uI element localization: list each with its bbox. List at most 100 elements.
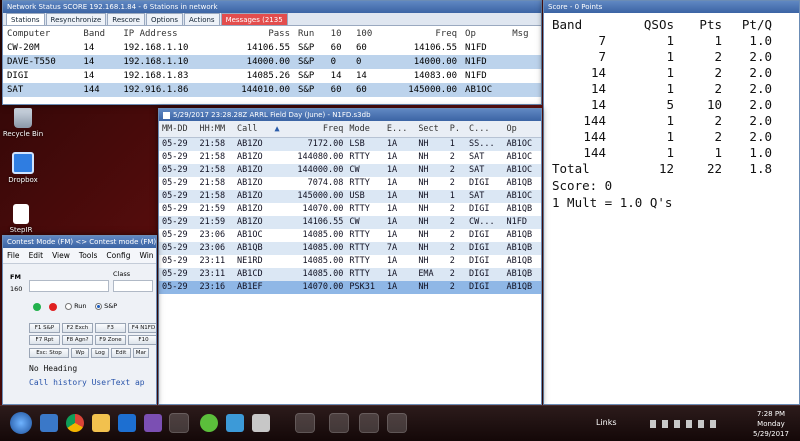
- log-row[interactable]: 05-29 21:58 AB1ZO 144080.00 RTTY 1A NH 2 SAT AB1O…: [159, 150, 541, 164]
- table-row[interactable]: DIGI 14 192.168.1.83 14085.26 S&P 14 14 …: [3, 69, 541, 83]
- edit-button[interactable]: Edit: [111, 348, 131, 358]
- f8-button[interactable]: F8 Agn?: [62, 335, 93, 345]
- log-row[interactable]: 05-29 21:59 AB1ZO 14106.55 CW 1A NH 2 CW... N1FD: [159, 215, 541, 229]
- desktop-icon-recycle-bin[interactable]: Recycle Bin: [0, 108, 46, 138]
- f9-button[interactable]: F9 Zone: [95, 335, 126, 345]
- menu-edit[interactable]: Edit: [29, 251, 44, 260]
- table-row[interactable]: CW-20M 14 192.168.1.10 14106.55 S&P 60 6…: [3, 41, 541, 55]
- taskbar-window-5-icon[interactable]: [388, 414, 406, 432]
- run-radio[interactable]: Run: [65, 302, 87, 310]
- log-row[interactable]: 05-29 23:11 NE1RD 14085.00 RTTY 1A NH 2 DIGI AB1Q…: [159, 254, 541, 268]
- word-icon[interactable]: [118, 414, 136, 432]
- col-date[interactable]: MM-DD: [159, 121, 197, 138]
- app-icon[interactable]: [144, 414, 162, 432]
- cell-points: 2: [446, 215, 466, 229]
- log-row[interactable]: 05-29 21:58 AB1ZO 144000.00 CW 1A NH 2 SAT AB1OC: [159, 163, 541, 177]
- taskbar-app-blue-icon[interactable]: [226, 414, 244, 432]
- desktop-icon-stepir[interactable]: StepIR: [0, 204, 44, 234]
- col-msg[interactable]: Msg: [508, 26, 541, 41]
- log-window[interactable]: 5/29/2017 23:28.28Z ARRL Field Day (June…: [158, 108, 542, 405]
- taskbar-window-2-icon[interactable]: [296, 414, 314, 432]
- col-freq[interactable]: Freq: [385, 26, 461, 41]
- cell: S&P: [298, 71, 315, 81]
- taskbar-window-3-icon[interactable]: [330, 414, 348, 432]
- outlook-icon[interactable]: [40, 414, 58, 432]
- col-exchange[interactable]: E...: [383, 121, 416, 138]
- cell-section: NH: [415, 202, 447, 216]
- log-row[interactable]: 05-29 21:59 AB1ZO 14070.00 RTTY 1A NH 2 DIGI AB1Q…: [159, 202, 541, 216]
- col-computer[interactable]: Computer: [3, 26, 79, 41]
- menu-view[interactable]: View: [52, 251, 70, 260]
- col-op[interactable]: Op: [503, 121, 541, 138]
- taskbar-app-gray-icon[interactable]: [252, 414, 270, 432]
- f2-button[interactable]: F2 Exch: [62, 323, 93, 333]
- tab-actions[interactable]: Actions: [183, 13, 220, 25]
- col-call[interactable]: Call: [233, 121, 272, 138]
- taskbar-window-4-icon[interactable]: [360, 414, 378, 432]
- esc-stop-button[interactable]: Esc: Stop: [29, 348, 69, 358]
- call-input[interactable]: [29, 280, 109, 292]
- menu-tools[interactable]: Tools: [79, 251, 97, 260]
- score-window[interactable]: Score - 0 Points Band QSOs Pts Pt/Q 7 1 …: [543, 0, 800, 405]
- score-ptq: 2.0: [749, 65, 772, 80]
- tab-rescore[interactable]: Rescore: [107, 13, 145, 25]
- col-10[interactable]: 10: [327, 26, 352, 41]
- log-row[interactable]: 05-29 21:58 AB1ZO 7074.08 RTTY 1A NH 2 DIGI AB1QB: [159, 176, 541, 190]
- col-pass[interactable]: Pass: [218, 26, 294, 41]
- sort-arrow-icon[interactable]: ▲: [271, 121, 285, 138]
- taskbar-app-green-icon[interactable]: [200, 414, 218, 432]
- start-button-icon[interactable]: [10, 412, 32, 434]
- log-row[interactable]: 05-29 23:16 AB1EF 14070.00 PSK31 1A NH 2 DIGI AB1…: [159, 280, 541, 294]
- chrome-icon[interactable]: [66, 414, 84, 432]
- log-row[interactable]: 05-29 23:06 AB1QB 14085.00 RTTY 7A NH 2 DIGI AB1Q…: [159, 241, 541, 255]
- clock[interactable]: 7:28 PM Monday 5/29/2017: [748, 409, 794, 439]
- f4-button[interactable]: F4 N1FD: [128, 323, 156, 333]
- file-explorer-icon[interactable]: [92, 414, 110, 432]
- contest-mode-window[interactable]: Contest Mode (FM) <> Contest mode (FM) F…: [2, 235, 157, 405]
- system-tray-icons[interactable]: [650, 420, 720, 428]
- f7-button[interactable]: F7 Rpt: [29, 335, 60, 345]
- menu-config[interactable]: Config: [106, 251, 130, 260]
- log-row[interactable]: 05-29 21:58 AB1ZO 145000.00 USB 1A NH 1 SAT AB1OC: [159, 189, 541, 203]
- f10-button[interactable]: F10: [128, 335, 156, 345]
- sp-radio[interactable]: S&P: [95, 302, 117, 310]
- tab-options[interactable]: Options: [145, 13, 183, 25]
- col-section[interactable]: Sect: [415, 121, 447, 138]
- log-row[interactable]: 05-29 21:58 AB1ZO 7172.00 LSB 1A NH 1 SS... AB1OC: [159, 137, 541, 151]
- network-status-window[interactable]: Network Status SCORE 192.168.1.84 - 6 St…: [2, 0, 542, 105]
- col-mode[interactable]: Mode: [346, 121, 384, 138]
- class-input[interactable]: [113, 280, 153, 292]
- mark-button[interactable]: Mar: [133, 348, 149, 358]
- cell-section: NH: [415, 228, 447, 242]
- f1-button[interactable]: F1 S&P: [29, 323, 60, 333]
- col-points[interactable]: P.: [446, 121, 466, 138]
- menu-window[interactable]: Win: [139, 251, 153, 260]
- col-freq[interactable]: Freq: [284, 121, 347, 138]
- stations-table: Computer Band IP Address Pass Run 10 100…: [3, 26, 541, 97]
- col-time[interactable]: HH:MM: [196, 121, 234, 138]
- score-pts: 2: [714, 49, 722, 64]
- cell-points: 2: [446, 241, 466, 255]
- col-run[interactable]: Run: [294, 26, 327, 41]
- taskbar-window-1-icon[interactable]: [170, 414, 188, 432]
- col-100[interactable]: 100: [352, 26, 385, 41]
- tab-messages[interactable]: Messages (2135: [220, 13, 288, 25]
- table-row[interactable]: DAVE-T550 14 192.168.1.10 14000.00 S&P 0…: [3, 55, 541, 69]
- col-band[interactable]: Band: [79, 26, 119, 41]
- tab-stations[interactable]: Stations: [6, 13, 45, 25]
- log-row[interactable]: 05-29 23:06 AB1OC 14085.00 RTTY 1A NH 2 DIGI AB1Q…: [159, 228, 541, 242]
- col-op[interactable]: Op: [461, 26, 508, 41]
- links-toolbar[interactable]: Links: [596, 418, 617, 427]
- log-row[interactable]: 05-29 23:11 AB1CD 14085.00 RTTY 1A EMA 2 DIGI AB1…: [159, 267, 541, 281]
- wipe-button[interactable]: Wp: [71, 348, 89, 358]
- f3-button[interactable]: F3: [95, 323, 126, 333]
- cell-sort: [271, 189, 285, 203]
- table-row[interactable]: SAT 144 192.916.1.86 144010.00 S&P 60 60…: [3, 83, 541, 97]
- cell: N1FD: [465, 43, 487, 53]
- log-button[interactable]: Log: [91, 348, 109, 358]
- col-computer[interactable]: C...: [466, 121, 504, 138]
- tab-resynchronize[interactable]: Resynchronize: [45, 13, 107, 25]
- desktop-icon-dropbox[interactable]: Dropbox: [0, 152, 46, 184]
- menu-file[interactable]: File: [7, 251, 20, 260]
- col-ip[interactable]: IP Address: [119, 26, 217, 41]
